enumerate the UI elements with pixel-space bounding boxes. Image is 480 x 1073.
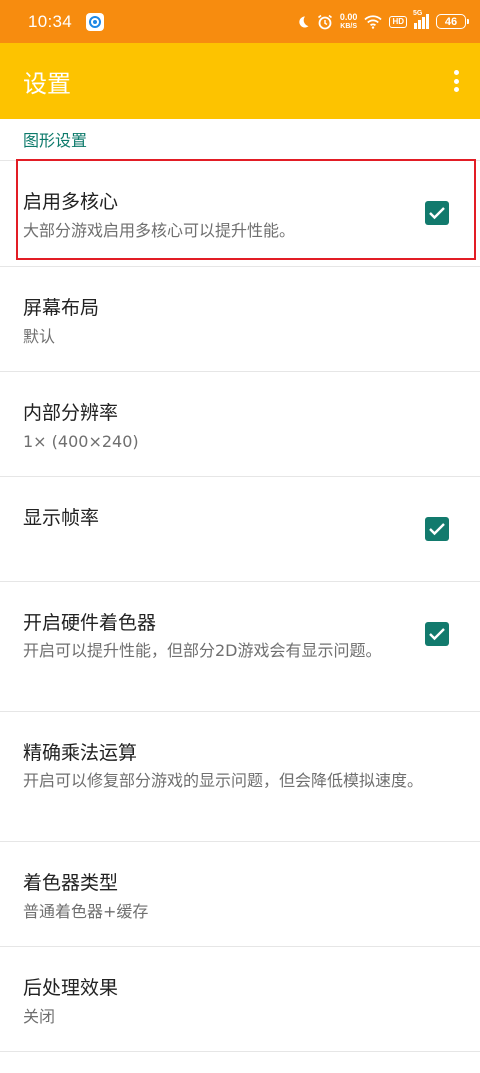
setting-title: 启用多核心 xyxy=(23,191,119,213)
checkbox-checked[interactable] xyxy=(425,201,449,225)
setting-title: 精确乘法运算 xyxy=(23,742,138,764)
setting-title: 着色器类型 xyxy=(23,872,119,894)
app-bar: 设置 xyxy=(0,43,480,119)
status-bar: 10:34 0.00 KB/S HD 5G 46 xyxy=(0,0,480,43)
wifi-icon xyxy=(364,14,383,29)
status-time: 10:34 xyxy=(28,11,73,31)
battery-level: 46 xyxy=(444,15,458,28)
setting-summary: 开启可以提升性能，但部分2D游戏会有显示问题。 xyxy=(23,641,382,660)
setting-item-internal-resolution[interactable]: 内部分辨率 1× (400×240) xyxy=(0,372,480,477)
setting-title: 屏幕布局 xyxy=(23,297,100,319)
setting-title: 内部分辨率 xyxy=(23,402,119,424)
net-speed: 0.00 KB/S xyxy=(339,11,358,31)
setting-item-show-fps[interactable]: 显示帧率 xyxy=(0,477,480,582)
setting-item-post-processing[interactable]: 后处理效果 关闭 xyxy=(0,947,480,1052)
checkbox-checked[interactable] xyxy=(425,517,449,541)
section-header: 图形设置 xyxy=(0,119,480,161)
signal-label: 5G xyxy=(413,10,423,17)
setting-summary: 开启可以修复部分游戏的显示问题，但会降低模拟速度。 xyxy=(23,771,424,790)
setting-title: 后处理效果 xyxy=(23,977,119,999)
hd-badge: HD xyxy=(389,15,407,28)
setting-item-accurate-multiplication[interactable]: 精确乘法运算 开启可以修复部分游戏的显示问题，但会降低模拟速度。 xyxy=(0,712,480,842)
moon-icon xyxy=(299,15,309,27)
battery-icon: 46 xyxy=(436,14,469,29)
checkbox-checked[interactable] xyxy=(425,622,449,646)
more-options-icon[interactable] xyxy=(449,66,463,96)
status-icons: 0.00 KB/S HD 5G 46 xyxy=(296,10,469,31)
net-speed-unit: KB/S xyxy=(340,22,358,30)
check-icon xyxy=(429,207,445,220)
alarm-icon xyxy=(317,14,332,29)
setting-summary: 大部分游戏启用多核心可以提升性能。 xyxy=(23,221,296,240)
setting-summary: 1× (400×240) xyxy=(23,432,139,451)
setting-item-shader-type[interactable]: 着色器类型 普通着色器+缓存 xyxy=(0,842,480,947)
setting-title: 开启硬件着色器 xyxy=(23,612,157,634)
setting-title: 显示帧率 xyxy=(23,507,100,529)
setting-summary: 默认 xyxy=(23,327,56,346)
setting-summary: 普通着色器+缓存 xyxy=(23,902,149,921)
signal-icon: 5G xyxy=(413,10,429,29)
settings-list: 图形设置 启用多核心 大部分游戏启用多核心可以提升性能。 屏幕布局 默认 内部分… xyxy=(0,119,480,1052)
setting-item-screen-layout[interactable]: 屏幕布局 默认 xyxy=(0,267,480,372)
net-speed-value: 0.00 xyxy=(339,11,358,22)
setting-summary: 关闭 xyxy=(23,1007,56,1026)
check-icon xyxy=(429,628,445,641)
notification-app-icon xyxy=(86,12,105,31)
setting-item-multicore[interactable]: 启用多核心 大部分游戏启用多核心可以提升性能。 xyxy=(0,161,480,267)
check-icon xyxy=(429,523,445,536)
page-title: 设置 xyxy=(23,69,71,98)
setting-item-hardware-shader[interactable]: 开启硬件着色器 开启可以提升性能，但部分2D游戏会有显示问题。 xyxy=(0,582,480,712)
